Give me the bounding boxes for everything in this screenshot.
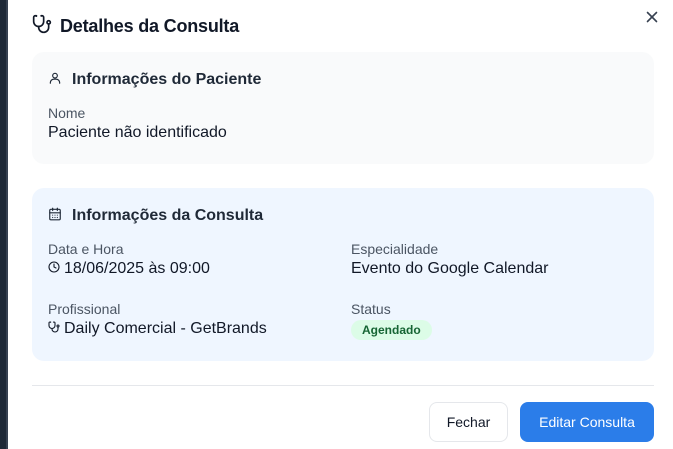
dialog-title: Detalhes da Consulta	[60, 16, 240, 36]
datetime-value: 18/06/2025 às 09:00	[64, 260, 210, 277]
consultation-section-header: Informações da Consulta	[48, 204, 638, 228]
background-edge	[0, 0, 8, 449]
calendar-icon	[48, 207, 62, 226]
patient-name-label: Nome	[48, 105, 86, 121]
patient-section-title: Informações do Paciente	[72, 71, 262, 88]
datetime-label: Data e Hora	[48, 241, 124, 257]
status-field: Status Agendado	[351, 301, 432, 340]
patient-name-field: Nome Paciente não identificado	[48, 105, 227, 142]
patient-section-header: Informações do Paciente	[48, 68, 638, 92]
status-label: Status	[351, 301, 391, 317]
professional-value: Daily Comercial - GetBrands	[64, 320, 267, 337]
consultation-details-dialog: Detalhes da Consulta Informações do Paci…	[8, 0, 673, 449]
close-button[interactable]: Fechar	[429, 402, 508, 442]
datetime-value-row: 18/06/2025 às 09:00	[48, 260, 210, 278]
clock-icon	[48, 260, 60, 278]
professional-value-row: Daily Comercial - GetBrands	[48, 320, 267, 338]
specialty-field: Especialidade Evento do Google Calendar	[351, 241, 548, 278]
dialog-header: Detalhes da Consulta	[32, 14, 239, 39]
stethoscope-icon	[48, 320, 60, 338]
edit-consultation-button[interactable]: Editar Consulta	[520, 402, 654, 442]
status-badge-wrap: Agendado	[351, 320, 432, 340]
footer-divider	[32, 385, 654, 386]
consultation-section-title: Informações da Consulta	[72, 207, 264, 224]
professional-field: Profissional Daily Comercial - GetBrands	[48, 301, 267, 338]
datetime-field: Data e Hora 18/06/2025 às 09:00	[48, 241, 210, 278]
patient-name-value: Paciente não identificado	[48, 124, 227, 141]
patient-info-card: Informações do Paciente Nome Paciente nã…	[32, 52, 654, 164]
professional-label: Profissional	[48, 301, 121, 317]
status-badge: Agendado	[351, 320, 432, 340]
specialty-label: Especialidade	[351, 241, 439, 257]
user-icon	[48, 71, 62, 90]
specialty-value: Evento do Google Calendar	[351, 260, 549, 277]
stethoscope-icon	[32, 14, 52, 39]
close-icon[interactable]	[643, 8, 661, 26]
consultation-info-card: Informações da Consulta Data e Hora 18/0…	[32, 188, 654, 361]
